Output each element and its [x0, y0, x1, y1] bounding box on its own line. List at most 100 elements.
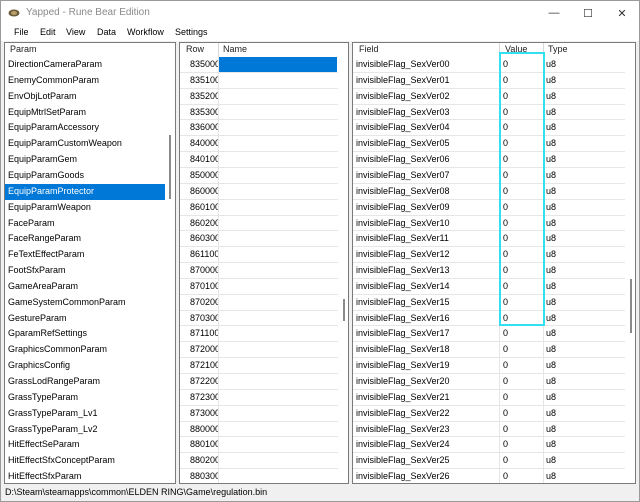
row-name[interactable] [219, 247, 337, 263]
param-list-item[interactable]: FaceRangeParam [5, 231, 165, 247]
row-list-item[interactable]: 850000 [180, 168, 338, 184]
param-list-item[interactable]: GraphicsCommonParam [5, 342, 165, 358]
row-name[interactable] [219, 358, 337, 374]
field-grid-scrollbar[interactable] [630, 279, 632, 333]
row-list-item[interactable]: 871100 [180, 326, 338, 342]
field-row[interactable]: invisibleFlag_SexVer16 0 u8 [353, 311, 625, 327]
row-name[interactable] [219, 406, 337, 422]
close-button[interactable]: ✕ [605, 1, 639, 25]
field-value-cell[interactable]: 0 [503, 326, 541, 342]
field-row[interactable]: invisibleFlag_SexVer20 0 u8 [353, 374, 625, 390]
param-list-item[interactable]: EquipParamGoods [5, 168, 165, 184]
param-list-item[interactable]: GestureParam [5, 311, 165, 327]
param-list-item[interactable]: EnvObjLotParam [5, 89, 165, 105]
field-value-cell[interactable]: 0 [503, 453, 541, 469]
param-list-item[interactable]: GrassTypeParam_Lv1 [5, 406, 165, 422]
field-row[interactable]: invisibleFlag_SexVer25 0 u8 [353, 453, 625, 469]
row-list-item[interactable]: 861100 [180, 247, 338, 263]
row-list-item[interactable]: 872200 [180, 374, 338, 390]
field-row[interactable]: invisibleFlag_SexVer18 0 u8 [353, 342, 625, 358]
field-row[interactable]: invisibleFlag_SexVer02 0 u8 [353, 89, 625, 105]
type-column-header[interactable]: Type [548, 44, 568, 54]
row-list-item[interactable]: 870000 [180, 263, 338, 279]
row-name[interactable] [219, 311, 337, 327]
field-value-cell[interactable]: 0 [503, 406, 541, 422]
row-name[interactable] [219, 168, 337, 184]
param-list-item[interactable]: FeTextEffectParam [5, 247, 165, 263]
field-row[interactable]: invisibleFlag_SexVer08 0 u8 [353, 184, 625, 200]
row-list-item[interactable]: 872300 [180, 390, 338, 406]
param-list-item[interactable]: FaceParam [5, 216, 165, 232]
row-list-item[interactable]: 860100 [180, 200, 338, 216]
row-list-item[interactable]: 836000 [180, 120, 338, 136]
field-row[interactable]: invisibleFlag_SexVer09 0 u8 [353, 200, 625, 216]
row-name[interactable] [219, 390, 337, 406]
menu-edit[interactable]: Edit [40, 27, 56, 37]
param-list-item[interactable]: FootSfxParam [5, 263, 165, 279]
param-list-item[interactable]: HitEffectSfxConceptParam [5, 453, 165, 469]
row-name[interactable] [219, 437, 337, 453]
menu-file[interactable]: File [14, 27, 29, 37]
row-list-item[interactable]: 840000 [180, 136, 338, 152]
field-row[interactable]: invisibleFlag_SexVer04 0 u8 [353, 120, 625, 136]
menu-settings[interactable]: Settings [175, 27, 208, 37]
field-row[interactable]: invisibleFlag_SexVer03 0 u8 [353, 105, 625, 121]
row-list-item[interactable]: 840100 [180, 152, 338, 168]
row-name[interactable] [219, 422, 337, 438]
row-list-panel[interactable]: Row Name 835000 835100 835200 835300 836000 8… [179, 42, 349, 484]
row-name[interactable] [219, 231, 337, 247]
row-list-item[interactable]: 860000 [180, 184, 338, 200]
param-list-panel[interactable]: Param DirectionCameraParam EnemyCommonPar… [4, 42, 176, 484]
field-row[interactable]: invisibleFlag_SexVer21 0 u8 [353, 390, 625, 406]
field-row[interactable]: invisibleFlag_SexVer14 0 u8 [353, 279, 625, 295]
row-list-item[interactable]: 870200 [180, 295, 338, 311]
row-name[interactable] [219, 120, 337, 136]
row-name[interactable] [219, 152, 337, 168]
field-value-cell[interactable]: 0 [503, 374, 541, 390]
field-row[interactable]: invisibleFlag_SexVer11 0 u8 [353, 231, 625, 247]
row-list-item[interactable]: 835300 [180, 105, 338, 121]
row-name[interactable] [219, 469, 337, 483]
menu-data[interactable]: Data [97, 27, 116, 37]
field-row[interactable]: invisibleFlag_SexVer07 0 u8 [353, 168, 625, 184]
row-list-item[interactable]: 880200 [180, 453, 338, 469]
row-list-item[interactable]: 835100 [180, 73, 338, 89]
menu-workflow[interactable]: Workflow [127, 27, 164, 37]
maximize-button[interactable]: ☐ [571, 1, 605, 25]
row-name[interactable] [219, 374, 337, 390]
field-value-cell[interactable]: 0 [503, 342, 541, 358]
field-row[interactable]: invisibleFlag_SexVer01 0 u8 [353, 73, 625, 89]
row-list-item[interactable]: 860200 [180, 216, 338, 232]
param-list-item[interactable]: GparamRefSettings [5, 326, 165, 342]
field-value-cell[interactable]: 0 [503, 422, 541, 438]
param-list-item[interactable]: EnemyCommonParam [5, 73, 165, 89]
field-grid-panel[interactable]: Field Value Type invisibleFlag_SexVer00 0… [352, 42, 636, 484]
field-row[interactable]: invisibleFlag_SexVer23 0 u8 [353, 422, 625, 438]
param-list-item[interactable]: GameSystemCommonParam [5, 295, 165, 311]
param-list-item[interactable]: EquipParamGem [5, 152, 165, 168]
param-list-item[interactable]: GrassTypeParam [5, 390, 165, 406]
row-list-item[interactable]: 872100 [180, 358, 338, 374]
row-list-item[interactable]: 880300 [180, 469, 338, 483]
param-list-item[interactable]: EquipParamCustomWeapon [5, 136, 165, 152]
param-list-item[interactable]: HitEffectSeParam [5, 437, 165, 453]
field-row[interactable]: invisibleFlag_SexVer13 0 u8 [353, 263, 625, 279]
minimize-button[interactable]: — [537, 1, 571, 25]
param-list-item[interactable]: HitEffectSfxParam [5, 469, 165, 483]
row-name[interactable] [219, 105, 337, 121]
row-list-item[interactable]: 873000 [180, 406, 338, 422]
field-value-cell[interactable]: 0 [503, 469, 541, 483]
row-list-item[interactable]: 860300 [180, 231, 338, 247]
field-row[interactable]: invisibleFlag_SexVer06 0 u8 [353, 152, 625, 168]
field-value-cell[interactable]: 0 [503, 437, 541, 453]
field-value-cell[interactable]: 0 [503, 358, 541, 374]
field-row[interactable]: invisibleFlag_SexVer26 0 u8 [353, 469, 625, 483]
row-name[interactable] [219, 453, 337, 469]
name-column-header[interactable]: Name [223, 44, 247, 54]
field-value-cell[interactable]: 0 [503, 390, 541, 406]
param-list-item[interactable]: EquipMtrlSetParam [5, 105, 165, 121]
row-list-item[interactable]: 872000 [180, 342, 338, 358]
field-row[interactable]: invisibleFlag_SexVer15 0 u8 [353, 295, 625, 311]
row-list-item[interactable]: 870100 [180, 279, 338, 295]
param-list-item[interactable]: EquipParamProtector [5, 183, 165, 200]
